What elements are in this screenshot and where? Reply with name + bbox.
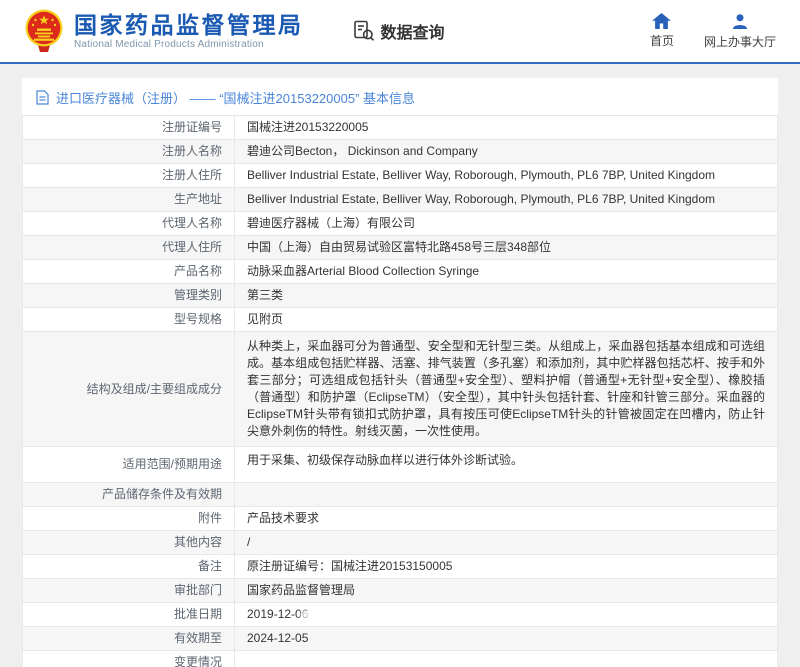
table-row: 批准日期2019-12-06 bbox=[23, 603, 778, 627]
brand-text: 国家药品监督管理局 National Medical Products Admi… bbox=[74, 12, 304, 50]
registration-info-table: 注册证编号国械注进20153220005注册人名称碧迪公司Becton， Dic… bbox=[22, 115, 778, 667]
home-icon bbox=[652, 13, 671, 29]
brand: 国家药品监督管理局 National Medical Products Admi… bbox=[24, 9, 304, 53]
row-value bbox=[235, 651, 778, 667]
table-row: 有效期至2024-12-05 bbox=[23, 627, 778, 651]
user-icon bbox=[731, 13, 749, 30]
table-row: 附件产品技术要求 bbox=[23, 507, 778, 531]
row-label: 适用范围/预期用途 bbox=[23, 447, 235, 483]
row-label: 注册证编号 bbox=[23, 116, 235, 140]
document-search-icon bbox=[352, 19, 376, 43]
row-label: 其他内容 bbox=[23, 531, 235, 555]
row-value: 原注册证编号：国械注进20153150005 bbox=[235, 555, 778, 579]
row-value: 国家药品监督管理局 bbox=[235, 579, 778, 603]
nav-item-home[interactable]: 首页 bbox=[650, 13, 674, 50]
table-row: 备注原注册证编号：国械注进20153150005 bbox=[23, 555, 778, 579]
nav-service-hall-label: 网上办事大厅 bbox=[704, 33, 776, 50]
top-nav: 首页 网上办事大厅 bbox=[650, 13, 776, 50]
row-value: 2024-12-05 bbox=[235, 627, 778, 651]
nav-home-label: 首页 bbox=[650, 32, 674, 49]
row-value: 国械注进20153220005 bbox=[235, 116, 778, 140]
table-row: 管理类别第三类 bbox=[23, 284, 778, 308]
table-row: 注册证编号国械注进20153220005 bbox=[23, 116, 778, 140]
nav-item-service-hall[interactable]: 网上办事大厅 bbox=[704, 13, 776, 50]
row-label: 有效期至 bbox=[23, 627, 235, 651]
row-value: 从种类上，采血器可分为普通型、安全型和无针型三类。从组成上，采血器包括基本组成和… bbox=[235, 332, 778, 447]
row-value bbox=[235, 483, 778, 507]
document-icon bbox=[36, 90, 49, 105]
table-row: 产品名称动脉采血器Arterial Blood Collection Syrin… bbox=[23, 260, 778, 284]
data-query-button[interactable]: 数据查询 bbox=[352, 19, 445, 43]
site-header: 国家药品监督管理局 National Medical Products Admi… bbox=[0, 0, 800, 62]
row-label: 生产地址 bbox=[23, 188, 235, 212]
row-label: 注册人名称 bbox=[23, 140, 235, 164]
row-label: 备注 bbox=[23, 555, 235, 579]
row-value: 中国（上海）自由贸易试验区富特北路458号三层348部位 bbox=[235, 236, 778, 260]
table-row: 审批部门国家药品监督管理局 bbox=[23, 579, 778, 603]
table-row: 代理人住所中国（上海）自由贸易试验区富特北路458号三层348部位 bbox=[23, 236, 778, 260]
row-label: 注册人住所 bbox=[23, 164, 235, 188]
row-value: 见附页 bbox=[235, 308, 778, 332]
site-title: 国家药品监督管理局 bbox=[74, 12, 304, 38]
table-row: 注册人住所Belliver Industrial Estate, Bellive… bbox=[23, 164, 778, 188]
site-subtitle: National Medical Products Administration bbox=[74, 39, 304, 50]
row-label: 变更情况 bbox=[23, 651, 235, 667]
row-label: 结构及组成/主要组成成分 bbox=[23, 332, 235, 447]
table-row: 注册人名称碧迪公司Becton， Dickinson and Company bbox=[23, 140, 778, 164]
row-label: 批准日期 bbox=[23, 603, 235, 627]
row-label: 审批部门 bbox=[23, 579, 235, 603]
table-row: 产品储存条件及有效期 bbox=[23, 483, 778, 507]
row-label: 管理类别 bbox=[23, 284, 235, 308]
row-value: 产品技术要求 bbox=[235, 507, 778, 531]
table-row: 代理人名称碧迪医疗器械（上海）有限公司 bbox=[23, 212, 778, 236]
table-row: 其他内容/ bbox=[23, 531, 778, 555]
row-value: / bbox=[235, 531, 778, 555]
row-value: 碧迪医疗器械（上海）有限公司 bbox=[235, 212, 778, 236]
table-row: 适用范围/预期用途用于采集、初级保存动脉血样以进行体外诊断试验。 bbox=[23, 447, 778, 483]
row-value: 2019-12-06 bbox=[235, 603, 778, 627]
row-label: 代理人住所 bbox=[23, 236, 235, 260]
row-label: 产品名称 bbox=[23, 260, 235, 284]
row-value: 动脉采血器Arterial Blood Collection Syringe bbox=[235, 260, 778, 284]
row-label: 附件 bbox=[23, 507, 235, 531]
table-row: 生产地址Belliver Industrial Estate, Belliver… bbox=[23, 188, 778, 212]
main-content: 进口医疗器械（注册） —— “国械注进20153220005” 基本信息 注册证… bbox=[0, 64, 800, 667]
row-label: 代理人名称 bbox=[23, 212, 235, 236]
row-value: Belliver Industrial Estate, Belliver Way… bbox=[235, 164, 778, 188]
row-value: 第三类 bbox=[235, 284, 778, 308]
data-query-label: 数据查询 bbox=[381, 19, 445, 43]
content-card: 进口医疗器械（注册） —— “国械注进20153220005” 基本信息 注册证… bbox=[22, 78, 778, 667]
row-value: Belliver Industrial Estate, Belliver Way… bbox=[235, 188, 778, 212]
national-emblem-icon bbox=[24, 9, 64, 53]
row-label: 型号规格 bbox=[23, 308, 235, 332]
table-row: 变更情况 bbox=[23, 651, 778, 667]
row-value: 碧迪公司Becton， Dickinson and Company bbox=[235, 140, 778, 164]
row-value: 用于采集、初级保存动脉血样以进行体外诊断试验。 bbox=[235, 447, 778, 483]
row-label: 产品储存条件及有效期 bbox=[23, 483, 235, 507]
table-row: 型号规格见附页 bbox=[23, 308, 778, 332]
breadcrumb: 进口医疗器械（注册） —— “国械注进20153220005” 基本信息 bbox=[22, 78, 778, 115]
breadcrumb-text: 进口医疗器械（注册） —— “国械注进20153220005” 基本信息 bbox=[56, 88, 415, 107]
table-row: 结构及组成/主要组成成分从种类上，采血器可分为普通型、安全型和无针型三类。从组成… bbox=[23, 332, 778, 447]
